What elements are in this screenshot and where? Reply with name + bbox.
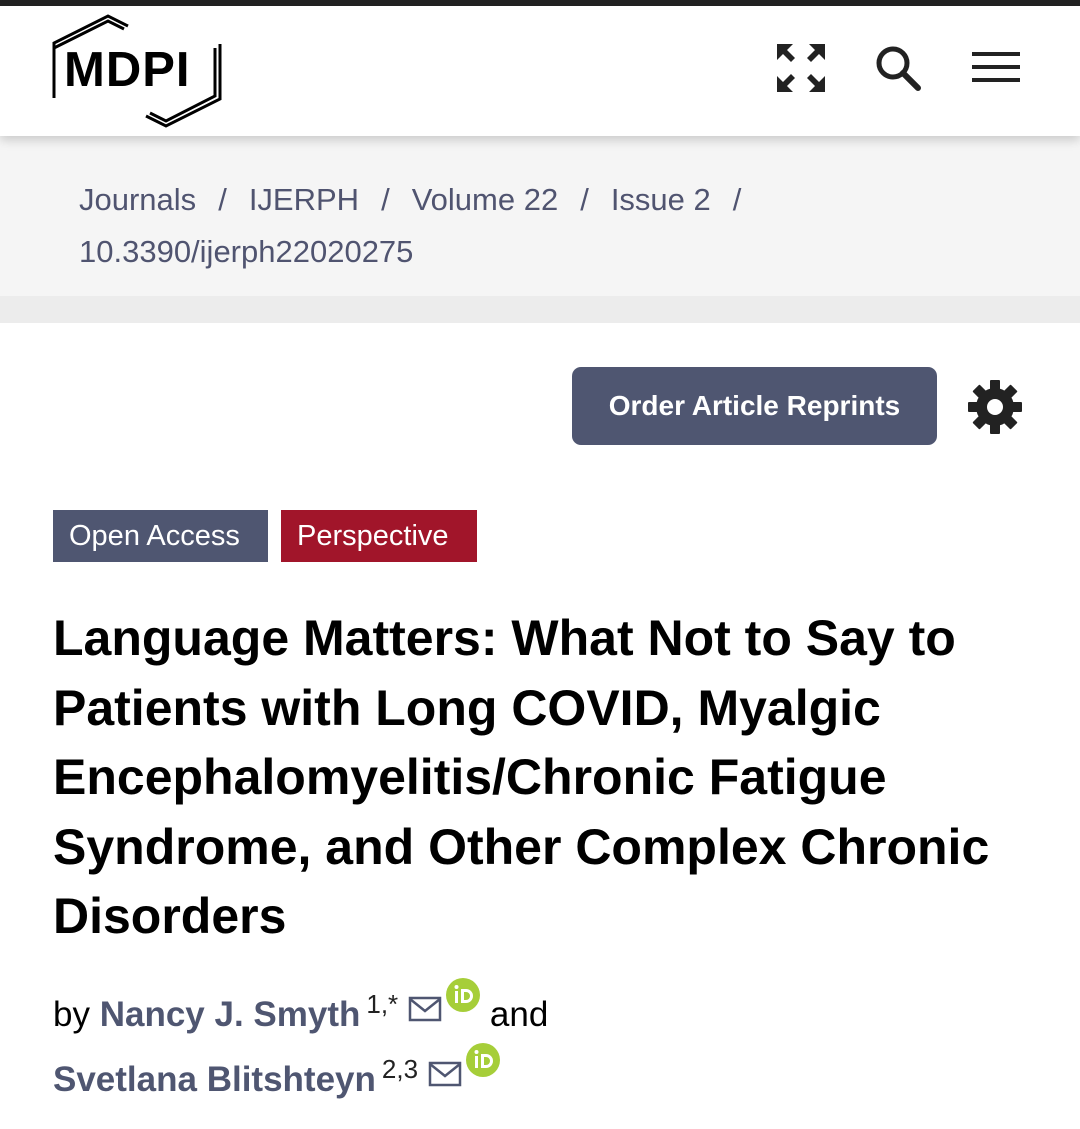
orcid-icon[interactable] (446, 978, 481, 1012)
breadcrumb-separator: / (381, 182, 390, 217)
breadcrumb-ijerph[interactable]: IJERPH (249, 182, 359, 217)
logo-text: MDPI (64, 43, 191, 97)
menu-icon[interactable] (970, 42, 1022, 94)
breadcrumb-separator: / (218, 182, 227, 217)
email-icon[interactable] (428, 1061, 462, 1087)
article-title: Language Matters: What Not to Say to Pat… (53, 610, 990, 944)
breadcrumb-volume[interactable]: Volume 22 (412, 182, 559, 217)
breadcrumb: Journals / IJERPH / Volume 22 / Issue 2 / 10.339… (79, 174, 979, 278)
section-divider (0, 296, 1080, 323)
gear-icon[interactable] (966, 378, 1024, 436)
by-label: by (53, 995, 90, 1034)
site-header: MDPI (0, 6, 1080, 136)
open-access-badge: Open Access (53, 510, 268, 562)
author-name[interactable]: Nancy J. Smyth (100, 995, 361, 1034)
email-icon[interactable] (408, 996, 442, 1022)
author-affiliation: 2,3 (381, 1054, 419, 1085)
breadcrumb-separator: / (580, 182, 589, 217)
breadcrumb-doi[interactable]: 10.3390/ijerph22020275 (79, 234, 413, 269)
author-name[interactable]: Svetlana Blitshteyn (53, 1060, 376, 1099)
expand-icon[interactable] (775, 42, 827, 94)
author-list: by Nancy J. Smyth 1,* and Svetlana Blitsh… (53, 978, 1043, 1108)
breadcrumb-journals[interactable]: Journals (79, 182, 196, 217)
breadcrumb-bar: Journals / IJERPH / Volume 22 / Issue 2 / 10.339… (0, 136, 1080, 296)
search-icon[interactable] (872, 42, 924, 94)
orcid-icon[interactable] (466, 1043, 501, 1077)
order-reprints-button[interactable]: Order Article Reprints (572, 367, 937, 445)
article-type-badge: Perspective (281, 510, 477, 562)
breadcrumb-issue[interactable]: Issue 2 (611, 182, 711, 217)
breadcrumb-separator: / (732, 182, 742, 217)
and-label: and (489, 995, 549, 1034)
author-affiliation: 1,* (366, 989, 399, 1020)
mdpi-logo[interactable]: MDPI (52, 12, 222, 130)
